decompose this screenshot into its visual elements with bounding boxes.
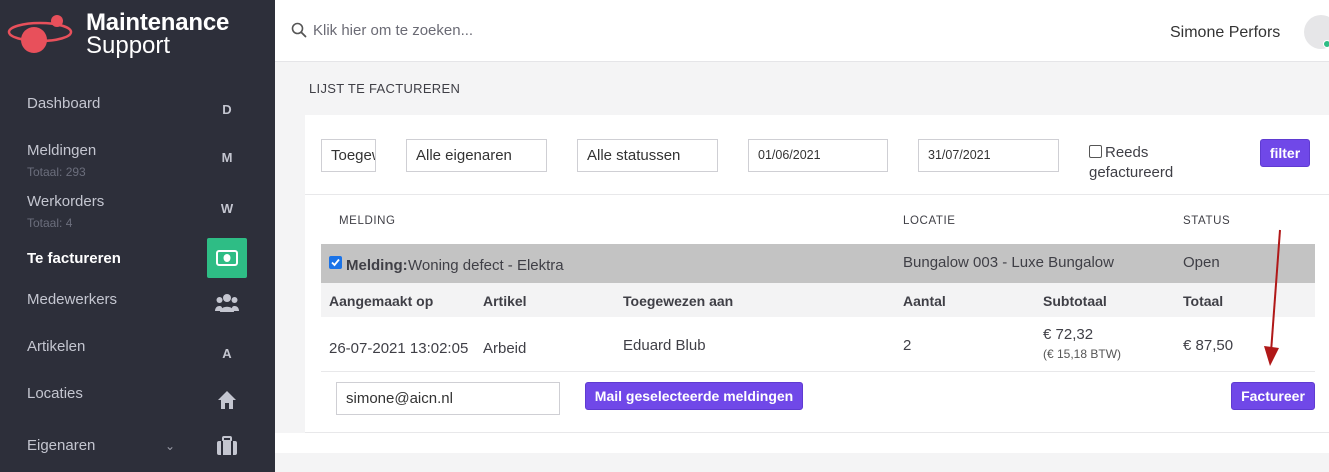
line-total: € 87,50 xyxy=(1183,337,1234,354)
divider xyxy=(305,194,1329,195)
sidebar-item-count: Totaal: 4 xyxy=(27,216,73,230)
briefcase-icon xyxy=(207,436,247,459)
line-subtotal: € 72,32 xyxy=(1043,326,1094,343)
already-invoiced-label: Reeds xyxy=(1105,144,1149,161)
page-title: LIJST TE FACTUREREN xyxy=(309,81,461,96)
sidebar-item-locaties[interactable]: Locaties xyxy=(0,382,275,422)
sidebar-item-label: Te factureren xyxy=(27,250,121,267)
home-icon xyxy=(207,390,247,413)
user-name[interactable]: Simone Perfors xyxy=(1170,24,1280,42)
dashboard-letter-icon: D xyxy=(222,102,232,117)
sidebar-item-dashboard[interactable]: Dashboard D xyxy=(0,90,275,130)
card-footer-area xyxy=(275,433,1329,453)
chevron-down-icon: ⌄ xyxy=(165,439,176,453)
melding-title[interactable]: Woning defect - Elektra xyxy=(408,257,564,274)
date-to-input[interactable]: 31/07/2021 xyxy=(918,139,1059,172)
owners-select[interactable]: Alle eigenaren xyxy=(406,139,547,172)
line-items-header xyxy=(321,283,1315,317)
search-input[interactable] xyxy=(313,17,713,43)
invoice-button[interactable]: Factureer xyxy=(1231,382,1315,410)
status-select[interactable]: Alle statussen xyxy=(577,139,718,172)
subheader-subtotal: Subtotaal xyxy=(1043,293,1107,309)
topbar: Simone Perfors xyxy=(275,0,1329,62)
column-header-locatie: LOCATIE xyxy=(903,215,956,227)
sidebar-item-medewerkers[interactable]: Medewerkers xyxy=(0,288,275,328)
column-header-melding: MELDING xyxy=(339,215,396,227)
column-header-status: STATUS xyxy=(1183,215,1231,227)
sidebar-item-label: Artikelen xyxy=(27,338,86,355)
melding-location: Bungalow 003 - Luxe Bungalow xyxy=(903,254,1114,271)
subheader-article: Artikel xyxy=(483,293,527,309)
mail-selected-button[interactable]: Mail geselecteerde meldingen xyxy=(585,382,803,410)
divider xyxy=(305,432,1329,433)
sidebar-item-label: Locaties xyxy=(27,385,83,402)
melding-status: Open xyxy=(1183,254,1220,271)
page-bottom-strip xyxy=(275,453,1329,472)
logo-mark-icon xyxy=(7,15,73,53)
subheader-total: Totaal xyxy=(1183,293,1224,309)
date-from-input[interactable]: 01/06/2021 xyxy=(748,139,888,172)
line-created: 26-07-2021 13:02:05 xyxy=(329,340,469,357)
artikelen-letter-icon: A xyxy=(222,346,232,361)
line-article: Arbeid xyxy=(483,340,527,357)
sidebar-item-artikelen[interactable]: Artikelen A xyxy=(0,335,275,375)
subheader-amount: Aantal xyxy=(903,293,946,309)
werkorders-letter-icon: W xyxy=(220,201,234,216)
line-vat: (€ 15,18 BTW) xyxy=(1043,347,1122,361)
sidebar-item-label: Eigenaren xyxy=(27,437,96,454)
annotation-arrow-icon xyxy=(1264,229,1281,366)
already-invoiced-filter[interactable]: Reeds gefactureerd xyxy=(1089,143,1184,183)
already-invoiced-label-2: gefactureerd xyxy=(1089,164,1174,181)
sidebar-item-count: Totaal: 293 xyxy=(27,165,86,179)
online-status-dot xyxy=(1323,40,1329,48)
sidebar-item-meldingen[interactable]: Meldingen Totaal: 293 M xyxy=(0,140,275,182)
meldingen-letter-icon: M xyxy=(221,150,233,165)
users-icon xyxy=(207,292,247,317)
sidebar-item-label: Meldingen xyxy=(27,142,97,159)
sidebar-item-eigenaren[interactable]: Eigenaren ⌄ xyxy=(0,430,275,470)
subheader-assigned: Toegewezen aan xyxy=(623,293,734,309)
assigned-filter-input[interactable]: Toegewezen aan xyxy=(321,139,376,172)
row-select-checkbox[interactable] xyxy=(329,256,342,269)
sidebar-item-te-factureren[interactable]: Te factureren xyxy=(0,238,275,278)
line-assigned: Eduard Blub xyxy=(623,337,706,354)
already-invoiced-checkbox[interactable] xyxy=(1089,145,1102,158)
sidebar: Maintenance Support Dashboard D Meldinge… xyxy=(0,0,275,472)
sidebar-item-label: Medewerkers xyxy=(27,291,118,308)
search-icon xyxy=(291,22,307,38)
logo-subtitle: Support xyxy=(86,32,171,59)
filter-button[interactable]: filter xyxy=(1260,139,1310,167)
money-icon xyxy=(207,238,247,278)
sidebar-item-label: Werkorders xyxy=(27,193,105,210)
logo[interactable]: Maintenance Support xyxy=(0,0,275,65)
divider xyxy=(321,371,1315,372)
email-field[interactable]: simone@aicn.nl xyxy=(336,382,560,415)
line-amount: 2 xyxy=(903,337,912,354)
sidebar-item-label: Dashboard xyxy=(27,95,101,112)
subheader-created: Aangemaakt op xyxy=(329,293,434,309)
sidebar-item-werkorders[interactable]: Werkorders Totaal: 4 W xyxy=(0,191,275,233)
melding-prefix: Melding: xyxy=(346,257,408,274)
